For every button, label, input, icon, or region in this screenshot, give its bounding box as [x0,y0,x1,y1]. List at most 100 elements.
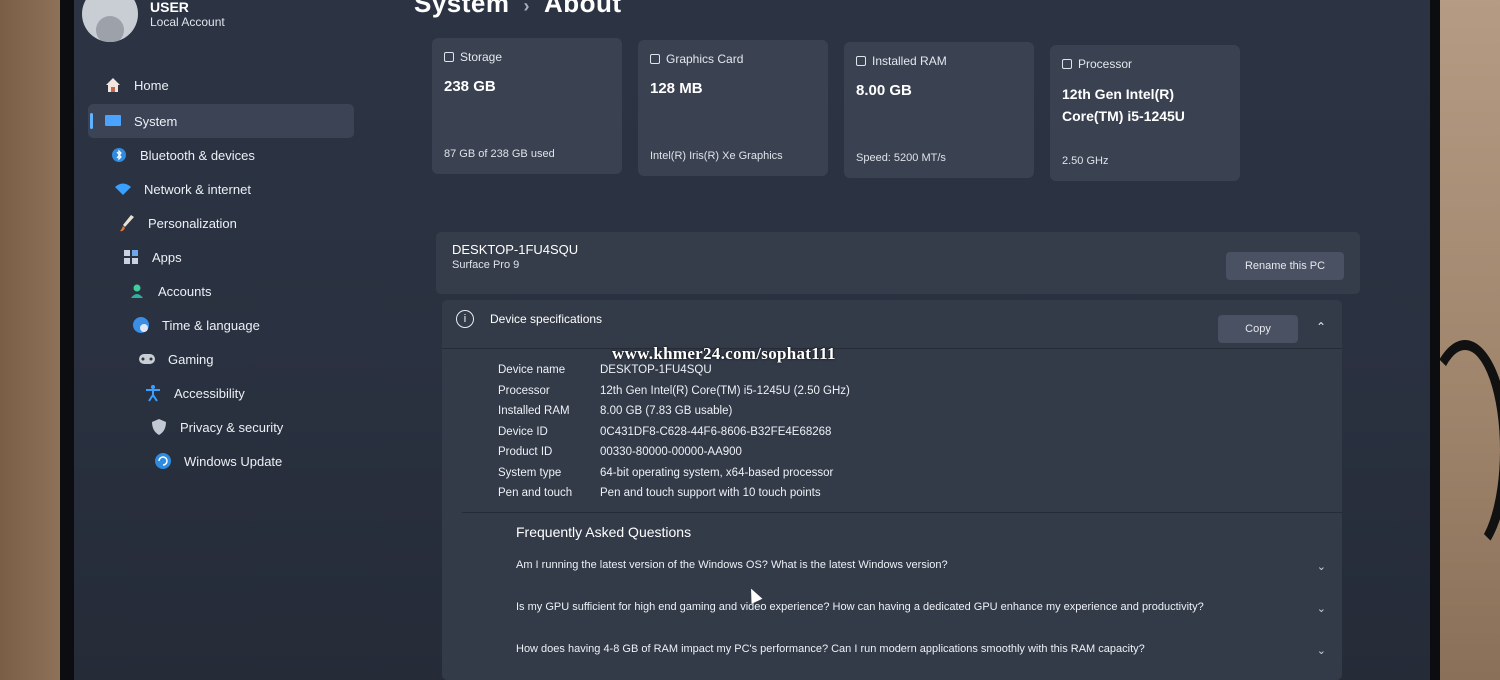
breadcrumb: System › About [414,0,622,19]
chevron-down-icon: ⌄ [1316,561,1326,573]
breadcrumb-parent[interactable]: System [414,0,510,18]
nav-list: Home System Bluetooth & devices Network … [88,66,358,478]
faq-title: Frequently Asked Questions [516,524,692,540]
faq-item[interactable]: Am I running the latest version of the W… [516,558,1326,586]
card-subtitle: 87 GB of 238 GB used [444,148,555,160]
sidebar-item-gaming[interactable]: Gaming [88,342,358,376]
sidebar: USER Local Account Home System Bluetooth… [74,0,414,680]
spec-label: Device ID [498,425,548,438]
ram-icon [856,56,866,66]
sidebar-item-network[interactable]: Network & internet [88,172,358,206]
sidebar-item-accounts[interactable]: Accounts [88,274,358,308]
section-title: Device specifications [490,312,603,326]
spec-label: Processor [498,384,550,397]
sidebar-item-accessibility[interactable]: Accessibility [88,376,358,410]
faq-question: How does having 4-8 GB of RAM impact my … [516,643,1145,655]
bluetooth-icon [110,146,128,164]
sidebar-item-label: Accessibility [174,385,245,401]
spec-row: Device ID 0C431DF8-C628-44F6-8606-B32FE4E… [498,422,850,443]
person-icon [128,282,146,300]
sidebar-item-bluetooth[interactable]: Bluetooth & devices [88,138,358,172]
storage-icon [444,52,454,62]
graphics-card[interactable]: Graphics Card 128 MB Intel(R) Iris(R) Xe… [638,40,828,176]
copy-button[interactable]: Copy [1218,315,1298,343]
sidebar-item-label: Accounts [158,283,212,299]
sidebar-item-label: Personalization [148,215,237,231]
shield-icon [150,418,168,436]
sidebar-item-privacy[interactable]: Privacy & security [88,410,358,444]
card-subtitle: 2.50 GHz [1062,155,1109,167]
avatar [82,0,138,42]
spec-value: DESKTOP-1FU4SQU [600,364,712,377]
page-title: About [544,0,622,18]
gamepad-icon [138,350,156,368]
sidebar-item-home[interactable]: Home [88,66,358,104]
sidebar-item-time-language[interactable]: Time & language [88,308,358,342]
card-title: Storage [460,50,503,64]
sidebar-item-label: Time & language [162,317,260,333]
spec-label: Device name [498,364,566,377]
card-value: 8.00 GB [856,82,912,99]
spec-row: Pen and touch Pen and touch support with … [498,483,850,504]
device-model: Surface Pro 9 [452,259,520,271]
spec-row: System type 64-bit operating system, x64-… [498,463,850,484]
device-header: DESKTOP-1FU4SQU Surface Pro 9 Rename thi… [436,232,1360,294]
sidebar-item-label: System [134,113,178,129]
faq-section: Frequently Asked Questions Am I running … [516,524,1326,680]
card-value: 238 GB [444,78,496,95]
sidebar-item-apps[interactable]: Apps [88,240,358,274]
chevron-down-icon: ⌄ [1316,603,1326,615]
spec-value: Pen and touch support with 10 touch poin… [600,487,821,500]
spec-row: Product ID 00330-80000-00000-AA900 [498,442,850,463]
spec-value: 64-bit operating system, x64-based proce… [600,466,834,479]
card-title: Graphics Card [666,52,744,66]
sidebar-item-label: Apps [152,249,182,265]
wifi-icon [114,180,132,198]
update-icon [154,452,172,470]
device-specifications-panel: i Device specifications Copy ⌃ Device na… [442,300,1342,680]
rename-pc-button[interactable]: Rename this PC [1226,252,1344,280]
faq-question: Is my GPU sufficient for high end gaming… [516,601,1204,613]
watermark: www.khmer24.com/sophat111 [612,344,836,363]
spec-row: Processor 12th Gen Intel(R) Core(TM) i5-1… [498,381,850,402]
brush-icon [118,214,136,232]
faq-item[interactable]: How does having 4-8 GB of RAM impact my … [516,642,1326,670]
account-type: Local Account [150,15,225,29]
user-name: USER [150,0,189,15]
faq-item[interactable]: Is my GPU sufficient for high end gaming… [516,600,1326,628]
sidebar-item-personalization[interactable]: Personalization [88,206,358,240]
home-icon [104,76,122,94]
processor-icon [1062,59,1072,69]
apps-icon [122,248,140,266]
card-value: 128 MB [650,80,703,97]
card-title: Installed RAM [872,54,947,68]
settings-window: USER Local Account Home System Bluetooth… [60,0,1440,680]
sidebar-item-label: Network & internet [144,181,251,197]
processor-card[interactable]: Processor 12th Gen Intel(R) Core(TM) i5-… [1050,45,1240,181]
spec-label: System type [498,466,562,479]
device-specifications-header[interactable]: i Device specifications [456,310,602,328]
card-subtitle: Speed: 5200 MT/s [856,152,946,164]
globe-clock-icon [132,316,150,334]
spec-label: Product ID [498,446,553,459]
sidebar-item-label: Home [134,77,169,93]
chevron-up-icon[interactable]: ⌃ [1316,320,1326,334]
storage-card[interactable]: Storage 238 GB 87 GB of 238 GB used [432,38,622,174]
breadcrumb-separator: › [523,0,530,16]
accessibility-icon [144,384,162,402]
gpu-icon [650,54,660,64]
card-title: Processor [1078,57,1133,71]
sidebar-item-label: Privacy & security [180,419,284,435]
info-icon: i [456,310,474,328]
spec-label: Installed RAM [498,405,570,418]
user-profile[interactable]: USER Local Account [82,0,225,42]
spec-value: 12th Gen Intel(R) Core(TM) i5-1245U (2.5… [600,384,850,397]
sidebar-item-windows-update[interactable]: Windows Update [88,444,358,478]
spec-cards: Storage 238 GB 87 GB of 238 GB used Grap… [432,38,1240,181]
ram-card[interactable]: Installed RAM 8.00 GB Speed: 5200 MT/s [844,42,1034,178]
card-value: 12th Gen Intel(R) Core(TM) i5-1245U [1062,86,1185,124]
sidebar-item-system[interactable]: System [88,104,354,138]
device-name: DESKTOP-1FU4SQU [452,242,579,257]
spec-value: 8.00 GB (7.83 GB usable) [600,405,733,418]
spec-label: Pen and touch [498,487,573,500]
